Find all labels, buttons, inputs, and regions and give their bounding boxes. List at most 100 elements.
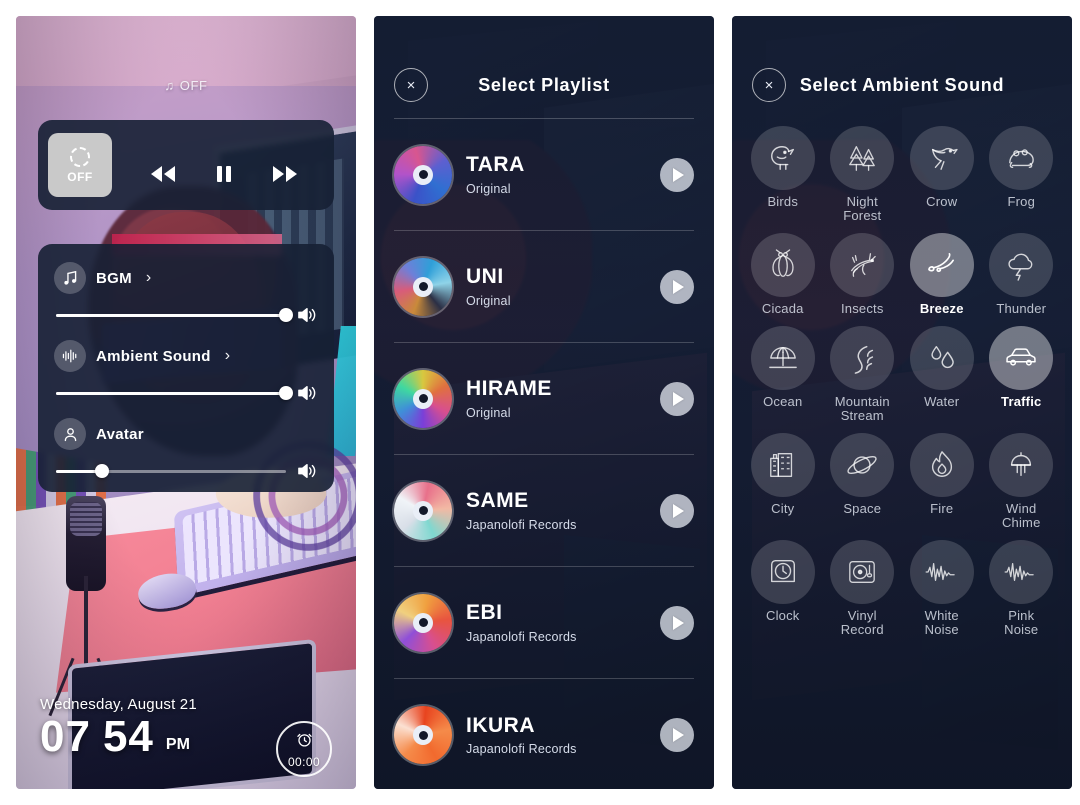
speaker-icon [296,384,318,402]
bgm-track[interactable] [56,308,293,322]
ambient-item-traffic[interactable]: Traffic [985,326,1059,423]
panel-select-playlist: × Select Playlist TARA Original UNI Orig… [374,16,714,789]
clock-ampm: PM [165,736,190,753]
avatar-header[interactable]: Avatar [54,414,318,454]
close-icon[interactable]: × [752,68,786,102]
list-item[interactable]: EBI Japanolofi Records [394,567,694,679]
ambient-track[interactable] [56,386,293,400]
ambient-label: Mountain Stream [834,394,890,424]
ambient-item-night-forest[interactable]: Night Forest [826,126,900,223]
ambient-item-crow[interactable]: Crow [905,126,979,223]
ambient-item-water[interactable]: Water [905,326,979,423]
album-art [394,369,452,428]
wind-chime-icon [989,433,1054,498]
ambient-item-white-noise[interactable]: White Noise [905,540,979,637]
playlist-list: TARA Original UNI Original HIRAME Origin… [374,119,714,789]
ambient-item-mountain-stream[interactable]: Mountain Stream [826,326,900,423]
bird-chick-icon [750,126,815,190]
play-icon[interactable] [660,157,694,192]
ambient-label: Wind Chime [1001,501,1041,531]
thunder-cloud-icon [989,233,1054,298]
water-drops-icon [909,326,974,391]
ambient-title: Select Ambient Sound [799,74,1005,95]
ambient-label: Clock [765,608,800,624]
ambient-item-fire[interactable]: Fire [905,433,979,530]
play-icon[interactable] [660,605,694,640]
waveform-icon [54,340,86,372]
alarm-timer-button[interactable]: 00:00 [276,721,332,777]
speaker-icon [296,306,318,324]
avatar-label: Avatar [96,425,144,443]
play-icon[interactable] [660,718,694,752]
pause-button[interactable] [215,164,233,184]
ambient-item-insects[interactable]: Insects [826,233,900,316]
bgm-label: BGM [96,269,132,287]
buildings-icon [750,433,815,498]
mixer-row-ambient: Ambient Sound › [54,336,318,410]
ambient-label: Ambient Sound [96,347,211,365]
ambient-item-thunder[interactable]: Thunder [985,233,1059,316]
planet-icon [830,433,895,498]
play-icon[interactable] [660,269,694,304]
speaker-icon [296,462,318,480]
ambient-header: × Select Ambient Sound [732,16,1072,112]
ambient-fill [56,391,286,395]
alarm-value: 00:00 [287,754,321,769]
panel-select-ambient-sound: × Select Ambient Sound Birds Night Fores… [732,16,1072,789]
chevron-right-icon: › [145,269,152,286]
ambient-label: Space [843,501,882,517]
playlist-artist-text: Original [466,293,511,308]
ambient-item-ocean[interactable]: Ocean [746,326,820,423]
ambient-item-breeze[interactable]: Breeze [905,233,979,316]
music-note-icon [54,262,86,294]
ambient-item-city[interactable]: City [746,433,820,530]
avatar-volume-slider[interactable] [54,454,318,488]
music-note-icon: ♫ [164,78,175,93]
crow-icon [909,126,974,190]
bgm-volume-slider[interactable] [54,298,318,332]
ambient-item-cicada[interactable]: Cicada [746,233,820,316]
avatar-track[interactable] [56,464,286,478]
ambient-label: Traffic [1001,394,1042,410]
music-status-label: OFF [179,78,208,93]
loop-off-button[interactable]: OFF [48,133,112,197]
ambient-item-clock[interactable]: Clock [746,540,820,637]
screenshot-root: ♫ OFF OFF BGM › Ambient Sound › Avatar W… [0,0,1080,805]
ambient-item-frog[interactable]: Frog [985,126,1059,223]
turntable-icon [830,540,895,605]
loop-dashed-icon [70,146,90,167]
transport-card: OFF [38,120,334,210]
ambient-volume-slider[interactable] [54,376,318,410]
ambient-item-pink-noise[interactable]: Pink Noise [985,540,1059,637]
close-icon[interactable]: × [394,68,428,102]
rewind-button[interactable] [148,164,178,184]
playlist-artist-text: Japanolofi Records [466,629,577,644]
ambient-label: Cicada [761,301,804,317]
alarm-clock-icon [295,730,314,754]
ambient-item-space[interactable]: Space [826,433,900,530]
list-item[interactable]: IKURA Japanolofi Records [394,679,694,789]
ambient-item-birds[interactable]: Birds [746,126,820,223]
ambient-item-vinyl-record[interactable]: Vinyl Record [826,540,900,637]
play-icon[interactable] [660,493,694,528]
list-item[interactable]: UNI Original [394,231,694,343]
bgm-header[interactable]: BGM › [54,258,318,298]
ambient-label: Pink Noise [1004,608,1039,638]
playlist-title-text: SAME [466,489,529,513]
flame-icon [909,433,974,498]
ambient-item-wind-chime[interactable]: Wind Chime [985,433,1059,530]
ambient-label: Birds [767,194,799,209]
album-art [394,706,452,764]
playlist-artist-text: Original [466,181,511,196]
ambient-header[interactable]: Ambient Sound › [54,336,318,376]
mixer-row-bgm: BGM › [54,258,318,332]
list-item[interactable]: TARA Original [394,119,694,231]
list-item[interactable]: SAME Japanolofi Records [394,455,694,567]
album-art [394,145,452,204]
bgm-fill [56,313,286,317]
play-icon[interactable] [660,381,694,416]
playlist-title: Select Playlist [478,74,610,95]
ambient-label: White Noise [924,608,959,638]
list-item[interactable]: HIRAME Original [394,343,694,455]
forward-button[interactable] [270,164,300,184]
